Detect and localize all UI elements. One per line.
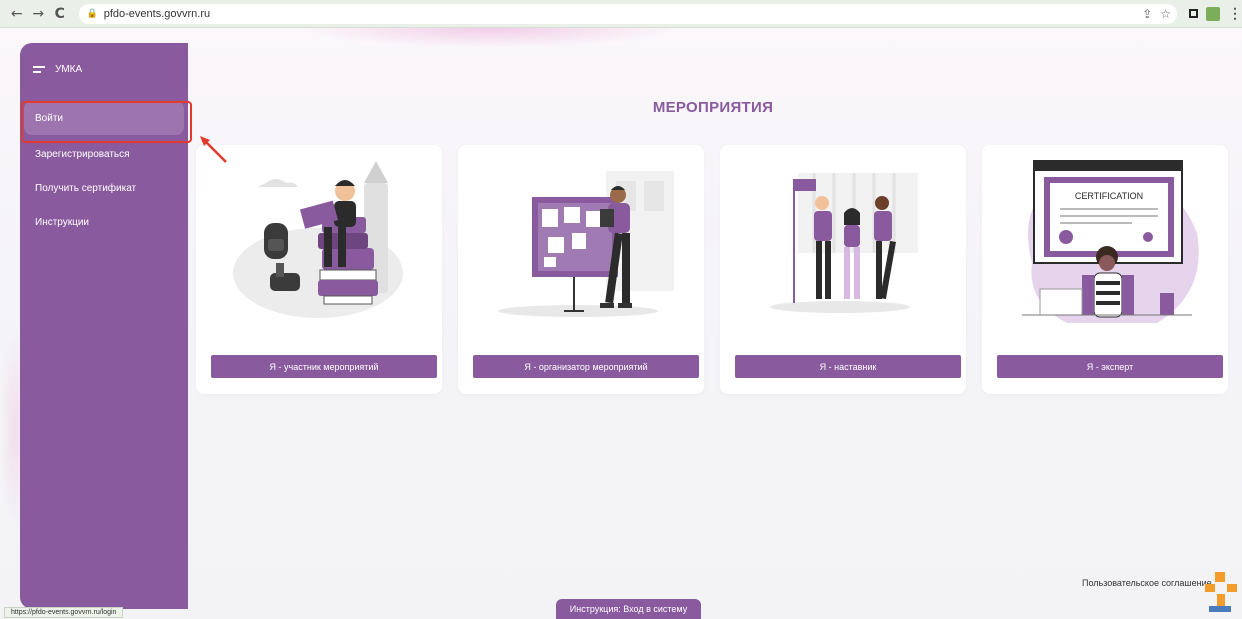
menu-icon[interactable] <box>33 63 45 76</box>
address-bar-actions: ⇪ ☆ <box>1142 7 1177 21</box>
expert-illustration: CERTIFICATION <box>1022 160 1199 323</box>
mentor-button[interactable]: Я - наставник <box>735 355 961 378</box>
sidebar-header: УМКА <box>20 43 188 95</box>
reload-icon[interactable]: C <box>51 5 69 23</box>
address-bar[interactable]: 🔒 pfdo-events.govvrn.ru ⇪ ☆ <box>78 3 1178 24</box>
sidebar-item-login[interactable]: Войти <box>24 101 184 135</box>
extension-area: ⋮ <box>1189 5 1242 22</box>
organizer-button[interactable]: Я - организатор мероприятий <box>473 355 699 378</box>
helper-widget-icon[interactable] <box>1203 570 1239 616</box>
sidebar: УМКА Войти Зарегистрироваться Получить с… <box>20 43 188 609</box>
window-icon[interactable] <box>1189 9 1199 18</box>
user-agreement-link[interactable]: Пользовательское соглашение <box>1082 578 1212 588</box>
status-bar-url: https://pfdo-events.govvrn.ru/login <box>4 607 124 618</box>
more-menu-icon[interactable]: ⋮ <box>1228 5 1242 22</box>
instruction-button[interactable]: Инструкция: Вход в систему <box>556 599 701 619</box>
page-title: МЕРОПРИЯТИЯ <box>652 99 774 116</box>
pointer-arrow-icon <box>200 136 227 163</box>
app-name: УМКА <box>55 63 83 75</box>
mentor-illustration <box>770 173 918 313</box>
background-decoration <box>300 28 680 48</box>
sidebar-item-instructions[interactable]: Инструкции <box>24 205 184 239</box>
page: УМКА Войти Зарегистрироваться Получить с… <box>0 28 1242 619</box>
role-card-mentor: Я - наставник <box>720 145 966 394</box>
lock-icon: 🔒 <box>86 8 98 19</box>
star-icon[interactable]: ☆ <box>1160 7 1171 21</box>
expert-button[interactable]: Я - эксперт <box>997 355 1223 378</box>
forward-icon[interactable]: → <box>30 5 48 23</box>
participant-button[interactable]: Я - участник мероприятий <box>211 355 437 378</box>
role-card-organizer: Я - организатор мероприятий <box>458 145 704 394</box>
certificate-title: CERTIFICATION <box>1075 191 1143 201</box>
extension-icon[interactable] <box>1206 6 1221 21</box>
sidebar-item-certificate[interactable]: Получить сертификат <box>24 171 184 205</box>
browser-toolbar: ← → C 🔒 pfdo-events.govvrn.ru ⇪ ☆ ⋮ <box>0 0 1242 28</box>
sidebar-item-register[interactable]: Зарегистрироваться <box>24 137 184 171</box>
role-card-participant: Я - участник мероприятий <box>196 145 442 394</box>
share-icon[interactable]: ⇪ <box>1142 7 1152 21</box>
participant-illustration <box>233 161 403 318</box>
role-card-expert: CERTIFICATION Я - эксперт <box>982 145 1228 394</box>
organizer-illustration <box>498 171 674 317</box>
back-icon[interactable]: ← <box>8 5 26 23</box>
url-text: pfdo-events.govvrn.ru <box>103 7 211 20</box>
